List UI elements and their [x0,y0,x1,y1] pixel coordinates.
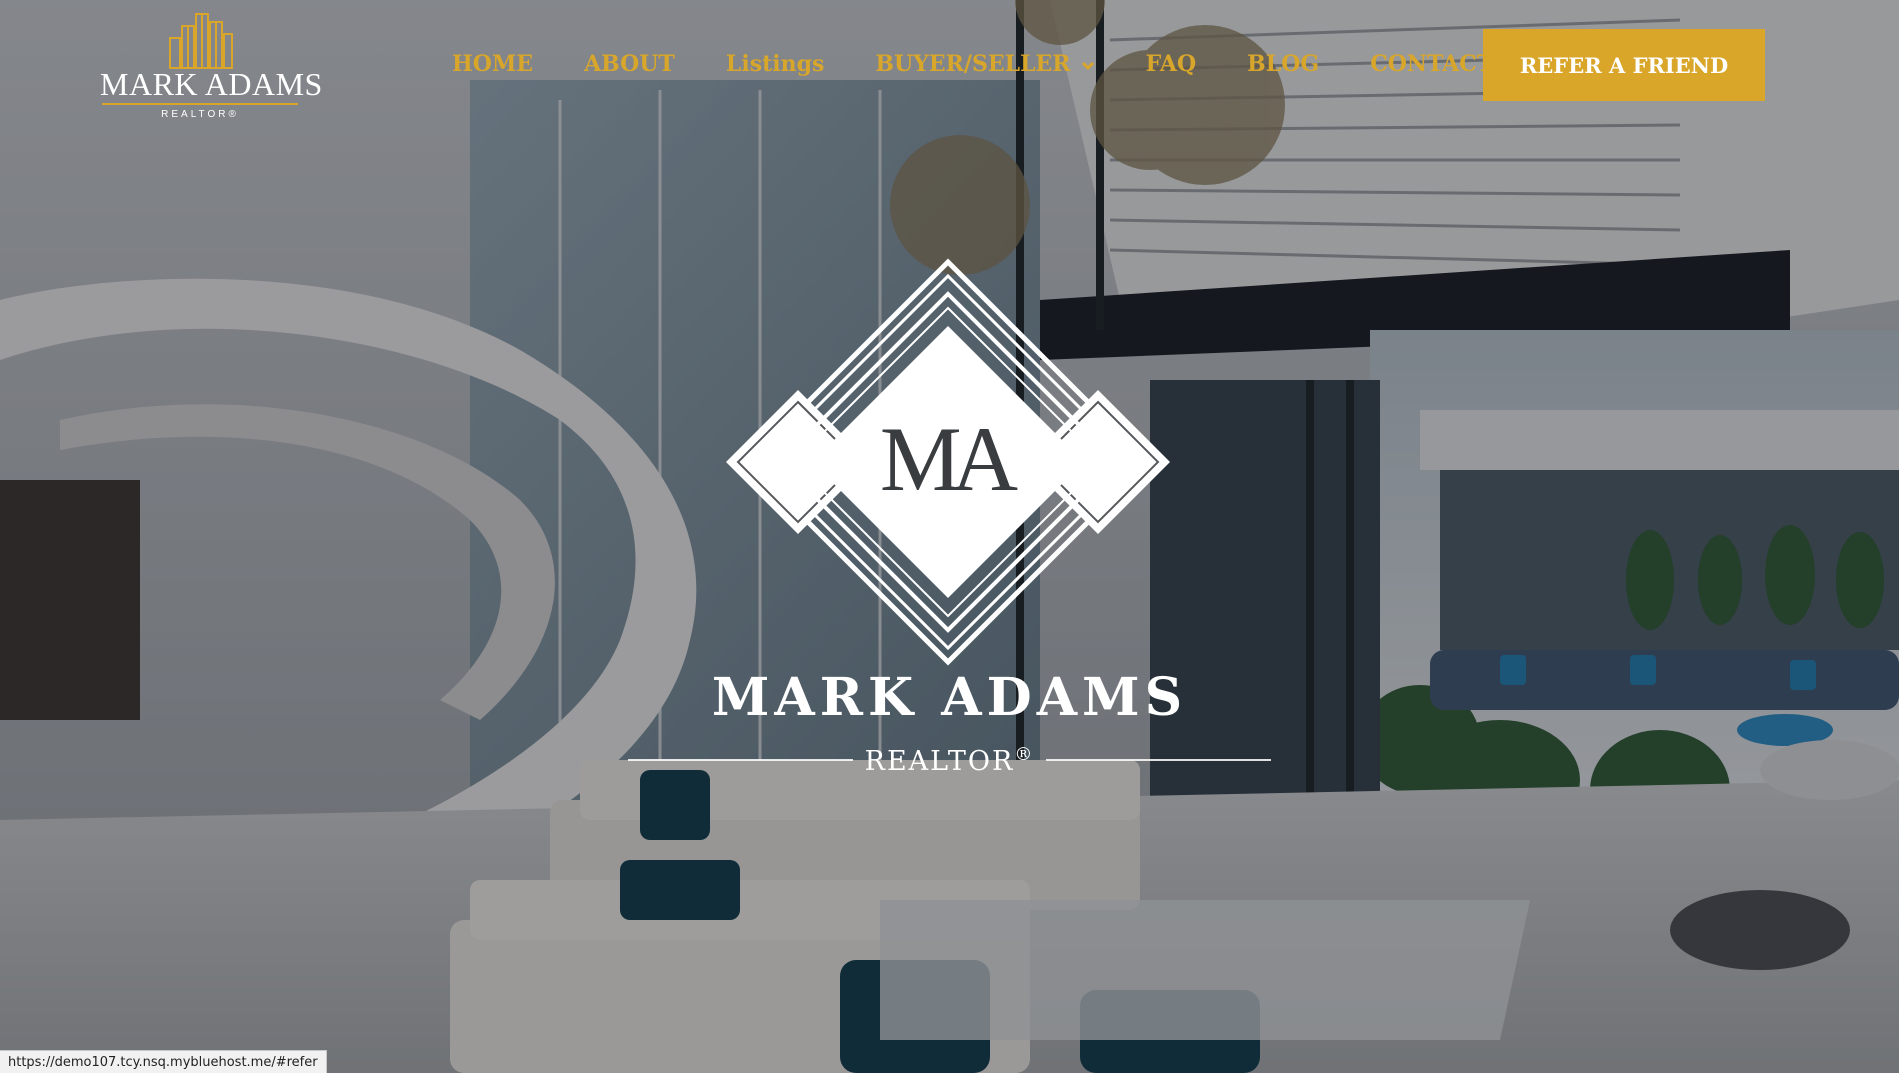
nav-blog[interactable]: BLOG [1247,51,1319,77]
hero-title: MARK ADAMS [711,667,1188,728]
monogram-text: MA [879,408,1018,510]
nav-home[interactable]: HOME [452,51,533,77]
nav-buyer-seller-label: BUYER/SELLER [875,51,1071,77]
logo-underline [102,103,298,105]
site-logo[interactable]: MARK ADAMS REALTOR® [100,12,323,122]
nav-buyer-seller[interactable]: BUYER/SELLER [875,51,1094,77]
site-header: MARK ADAMS REALTOR® HOME ABOUT Listings … [0,0,1899,130]
registered-mark: ® [1014,743,1035,765]
nav-contact[interactable]: CONTACT [1370,51,1493,77]
hero-emblem: MA [724,256,1172,676]
hero-subtitle-row: REALTOR® [628,740,1271,780]
chevron-down-icon [1081,51,1095,77]
subtitle-left-rule [628,759,853,761]
nav-faq[interactable]: FAQ [1146,51,1197,77]
city-skyline-icon [169,13,233,69]
hero-subtitle-text: REALTOR [864,745,1015,777]
browser-status-bar: https://demo107.tcy.nsq.mybluehost.me/#r… [0,1050,327,1073]
logo-name: MARK ADAMS [100,66,323,102]
main-nav: HOME ABOUT Listings BUYER/SELLER FAQ BLO… [452,44,1493,84]
nav-about[interactable]: ABOUT [584,51,675,77]
subtitle-right-rule [1046,759,1271,761]
nav-listings[interactable]: Listings [726,51,825,77]
hero-subtitle: REALTOR® [853,744,1047,777]
refer-a-friend-button[interactable]: REFER A FRIEND [1483,29,1765,101]
monogram: MA [724,256,1172,676]
logo-tagline: REALTOR® [161,109,239,120]
page: MARK ADAMS REALTOR® HOME ABOUT Listings … [0,0,1899,1073]
